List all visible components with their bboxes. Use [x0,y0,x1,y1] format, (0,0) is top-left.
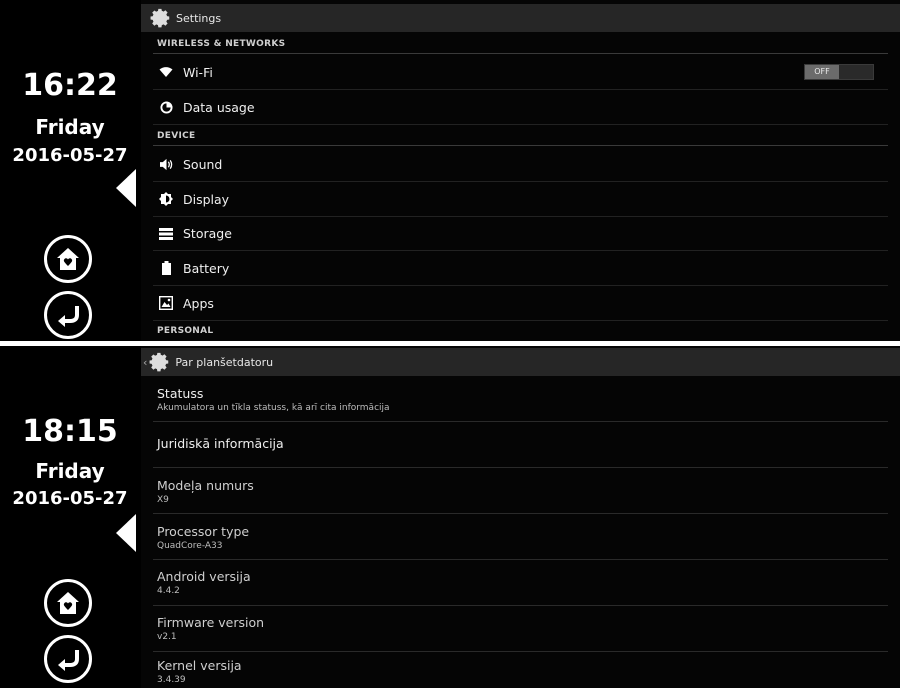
side-panel: 18:15 Friday 2016-05-27 [0,346,140,688]
setting-label: Apps [183,295,214,311]
section-wireless: WIRELESS & NETWORKS [157,39,286,49]
about-main: ‹ Par planšetdatoru Statuss Akumulatora … [141,346,900,688]
home-button[interactable] [44,579,92,627]
about-item-firmware: Firmware version v2.1 [153,606,888,652]
setting-item-sound[interactable]: Sound [153,147,888,182]
item-subtitle: v2.1 [157,632,177,642]
back-button[interactable] [44,635,92,683]
return-icon [58,306,79,327]
setting-label: Data usage [183,99,255,115]
home-button[interactable] [44,235,92,283]
item-subtitle: 4.4.2 [157,586,180,596]
settings-screen: 16:22 Friday 2016-05-27 Settings WIRELES… [0,0,900,341]
toggle-state: OFF [805,65,839,79]
about-item-processor: Processor type QuadCore-A33 [153,514,888,560]
wifi-icon [157,63,175,81]
clock-day: Friday [35,459,105,483]
action-bar: Settings [141,4,900,32]
action-bar[interactable]: ‹ Par planšetdatoru [141,348,900,376]
item-subtitle: Akumulatora un tīkla statuss, kā arī cit… [157,403,390,413]
section-device: DEVICE [157,131,196,141]
screen-title: Settings [176,11,222,25]
collapse-arrow-icon[interactable] [116,514,136,552]
clock-day: Friday [35,115,105,139]
setting-item-battery[interactable]: Battery [153,251,888,286]
setting-item-apps[interactable]: Apps [153,286,888,321]
item-title: Statuss [157,386,204,401]
setting-label: Display [183,191,230,207]
about-item-legal[interactable]: Juridiskā informācija [153,422,888,468]
about-item-kernel: Kernel versija 3.4.39 [153,652,888,688]
back-button[interactable] [44,291,92,339]
home-icon [57,248,79,270]
item-subtitle: X9 [157,495,169,505]
gear-icon [150,8,170,28]
about-tablet-screen: 18:15 Friday 2016-05-27 ‹ Par planšetdat… [0,346,900,688]
section-personal: PERSONAL [157,326,214,336]
item-title: Processor type [157,524,250,539]
home-icon [57,592,79,614]
wifi-toggle[interactable]: OFF [804,64,874,80]
item-title: Android versija [157,569,251,584]
item-subtitle: 3.4.39 [157,675,186,685]
gear-icon [149,352,169,372]
chevron-left-icon[interactable]: ‹ [143,356,147,369]
setting-label: Sound [183,156,223,172]
clock-time: 16:22 [22,68,118,103]
clock-date: 2016-05-27 [12,488,128,509]
item-title: Juridiskā informācija [157,436,284,451]
setting-label: Wi-Fi [183,64,213,80]
settings-main: Settings WIRELESS & NETWORKS Wi-Fi OFF D… [141,0,900,341]
divider [153,145,888,146]
setting-item-storage[interactable]: Storage [153,217,888,251]
brightness-icon [157,190,175,208]
battery-icon [157,259,175,277]
setting-item-wifi[interactable]: Wi-Fi OFF [153,55,888,90]
setting-label: Storage [183,226,232,241]
setting-label: Battery [183,260,230,276]
storage-icon [157,225,175,243]
speaker-icon [157,155,175,173]
screen-title: Par planšetdatoru [175,355,274,369]
clock-date: 2016-05-27 [12,145,128,166]
apps-icon [157,294,175,312]
item-title: Firmware version [157,615,265,630]
about-item-android-version[interactable]: Android versija 4.4.2 [153,560,888,606]
setting-item-display[interactable]: Display [153,182,888,217]
collapse-arrow-icon[interactable] [116,169,136,207]
item-title: Kernel versija [157,658,242,673]
about-item-model: Modeļa numurs X9 [153,468,888,514]
item-title: Modeļa numurs [157,478,254,493]
clock-time: 18:15 [22,414,118,449]
divider [153,53,888,54]
about-item-status[interactable]: Statuss Akumulatora un tīkla statuss, kā… [153,376,888,422]
side-panel: 16:22 Friday 2016-05-27 [0,0,140,341]
setting-item-data-usage[interactable]: Data usage [153,90,888,125]
item-subtitle: QuadCore-A33 [157,541,223,551]
return-icon [58,650,79,671]
data-usage-icon [157,98,175,116]
